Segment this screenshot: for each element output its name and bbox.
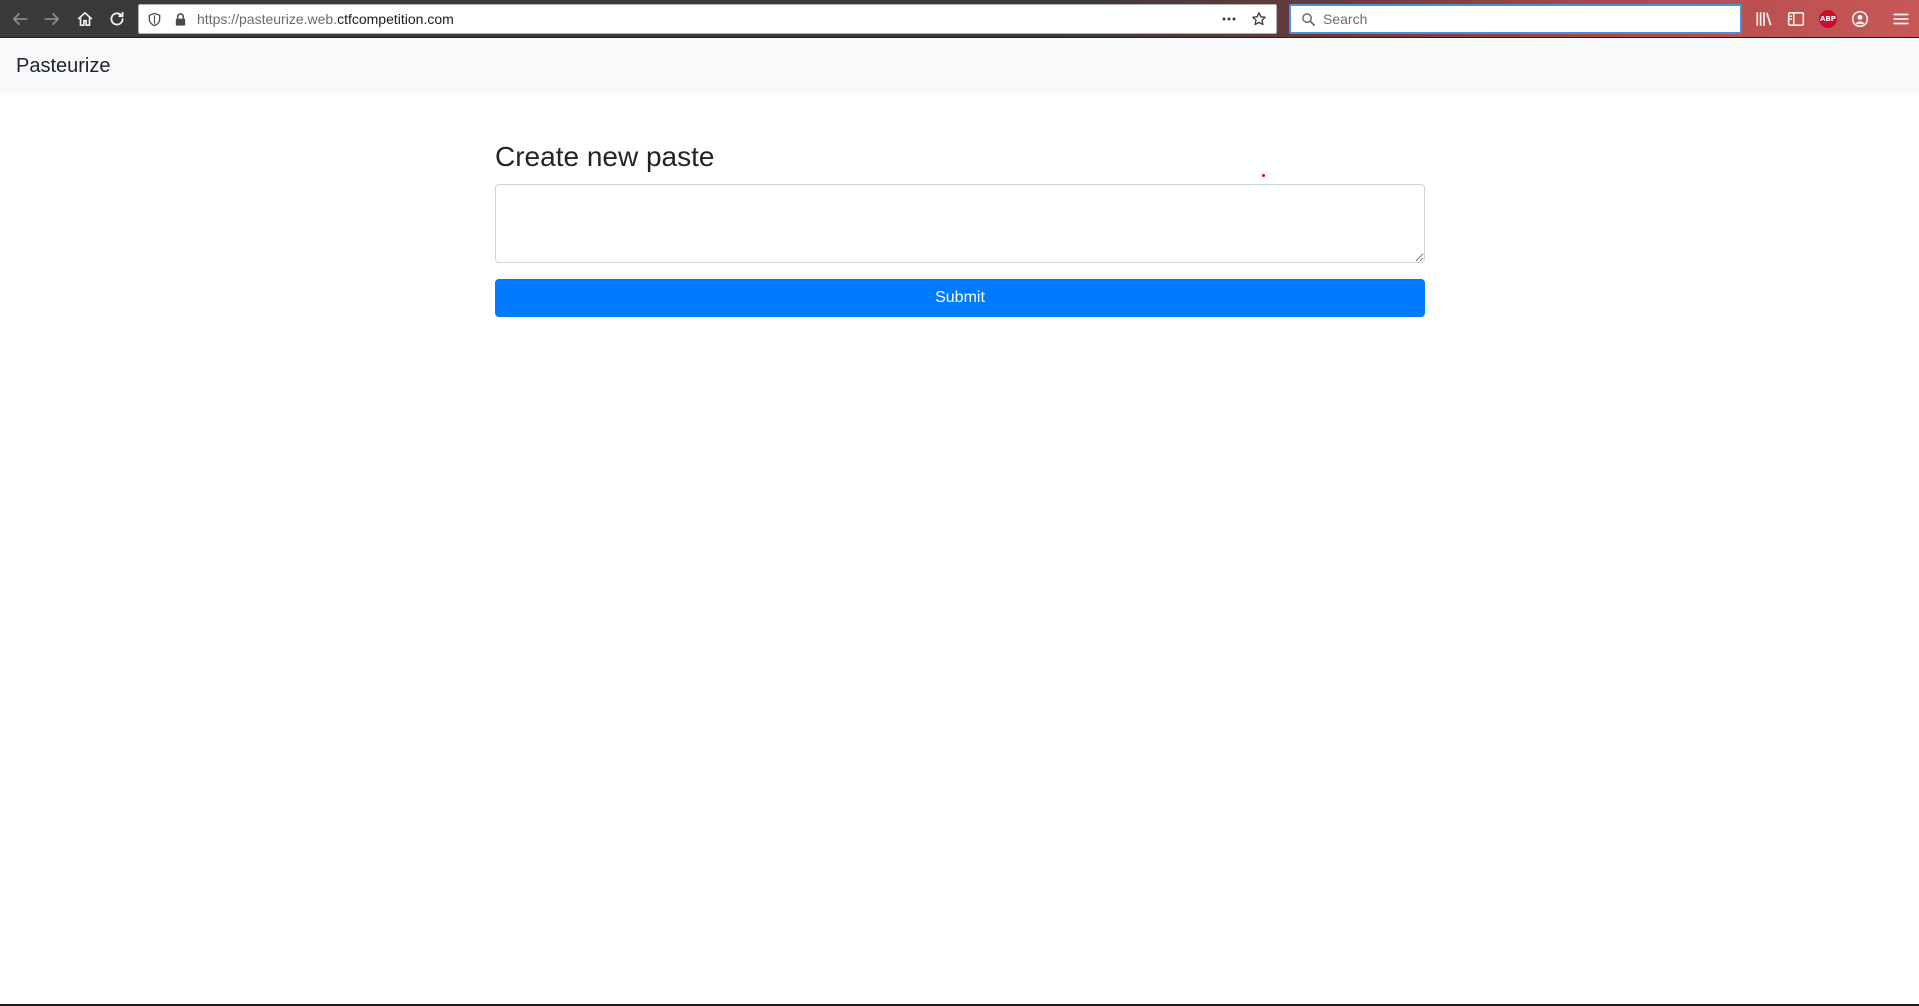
url-prefix: https://pasteurize.web. xyxy=(197,11,338,27)
reload-icon xyxy=(110,11,124,26)
page-actions-button[interactable] xyxy=(1218,8,1240,30)
forward-button[interactable] xyxy=(38,5,66,33)
search-bar[interactable] xyxy=(1289,4,1742,34)
home-button[interactable] xyxy=(71,5,99,33)
arrow-right-icon xyxy=(44,13,60,25)
reload-button[interactable] xyxy=(103,5,131,33)
search-input[interactable] xyxy=(1323,11,1723,27)
paste-content-textarea[interactable] xyxy=(495,183,1425,263)
browser-toolbar: https://pasteurize.web.ctfcompetition.co… xyxy=(0,0,1919,38)
lock-icon[interactable] xyxy=(169,8,191,30)
navbar: Pasteurize xyxy=(0,38,1919,95)
library-icon xyxy=(1756,12,1772,26)
adblock-plus-button[interactable]: ABP xyxy=(1814,5,1842,33)
hamburger-menu-icon xyxy=(1893,13,1909,25)
back-button[interactable] xyxy=(6,5,34,33)
account-icon xyxy=(1851,10,1869,28)
bookmark-button[interactable] xyxy=(1248,8,1270,30)
more-horizontal-icon xyxy=(1222,17,1236,21)
cursor-marker xyxy=(1262,174,1265,177)
account-button[interactable] xyxy=(1846,5,1874,33)
adblock-plus-icon: ABP xyxy=(1819,10,1837,28)
library-button[interactable] xyxy=(1750,5,1778,33)
star-icon xyxy=(1252,12,1266,26)
search-icon xyxy=(1297,8,1319,30)
menu-button[interactable] xyxy=(1887,5,1915,33)
submit-button[interactable]: Submit xyxy=(495,278,1425,317)
brand-link[interactable]: Pasteurize xyxy=(16,55,111,78)
sidebar-icon xyxy=(1787,12,1805,26)
sidebar-button[interactable] xyxy=(1782,5,1810,33)
page-title: Create new paste xyxy=(495,141,715,172)
url-domain: ctfcompetition.com xyxy=(337,11,454,27)
url-bar[interactable]: https://pasteurize.web.ctfcompetition.co… xyxy=(138,4,1277,34)
paste-form-container: Create new paste Submit xyxy=(495,140,1425,317)
url-text[interactable]: https://pasteurize.web.ctfcompetition.co… xyxy=(197,11,454,27)
home-icon xyxy=(77,11,93,27)
tracking-shield-icon[interactable] xyxy=(143,8,165,30)
arrow-left-icon xyxy=(12,13,28,25)
